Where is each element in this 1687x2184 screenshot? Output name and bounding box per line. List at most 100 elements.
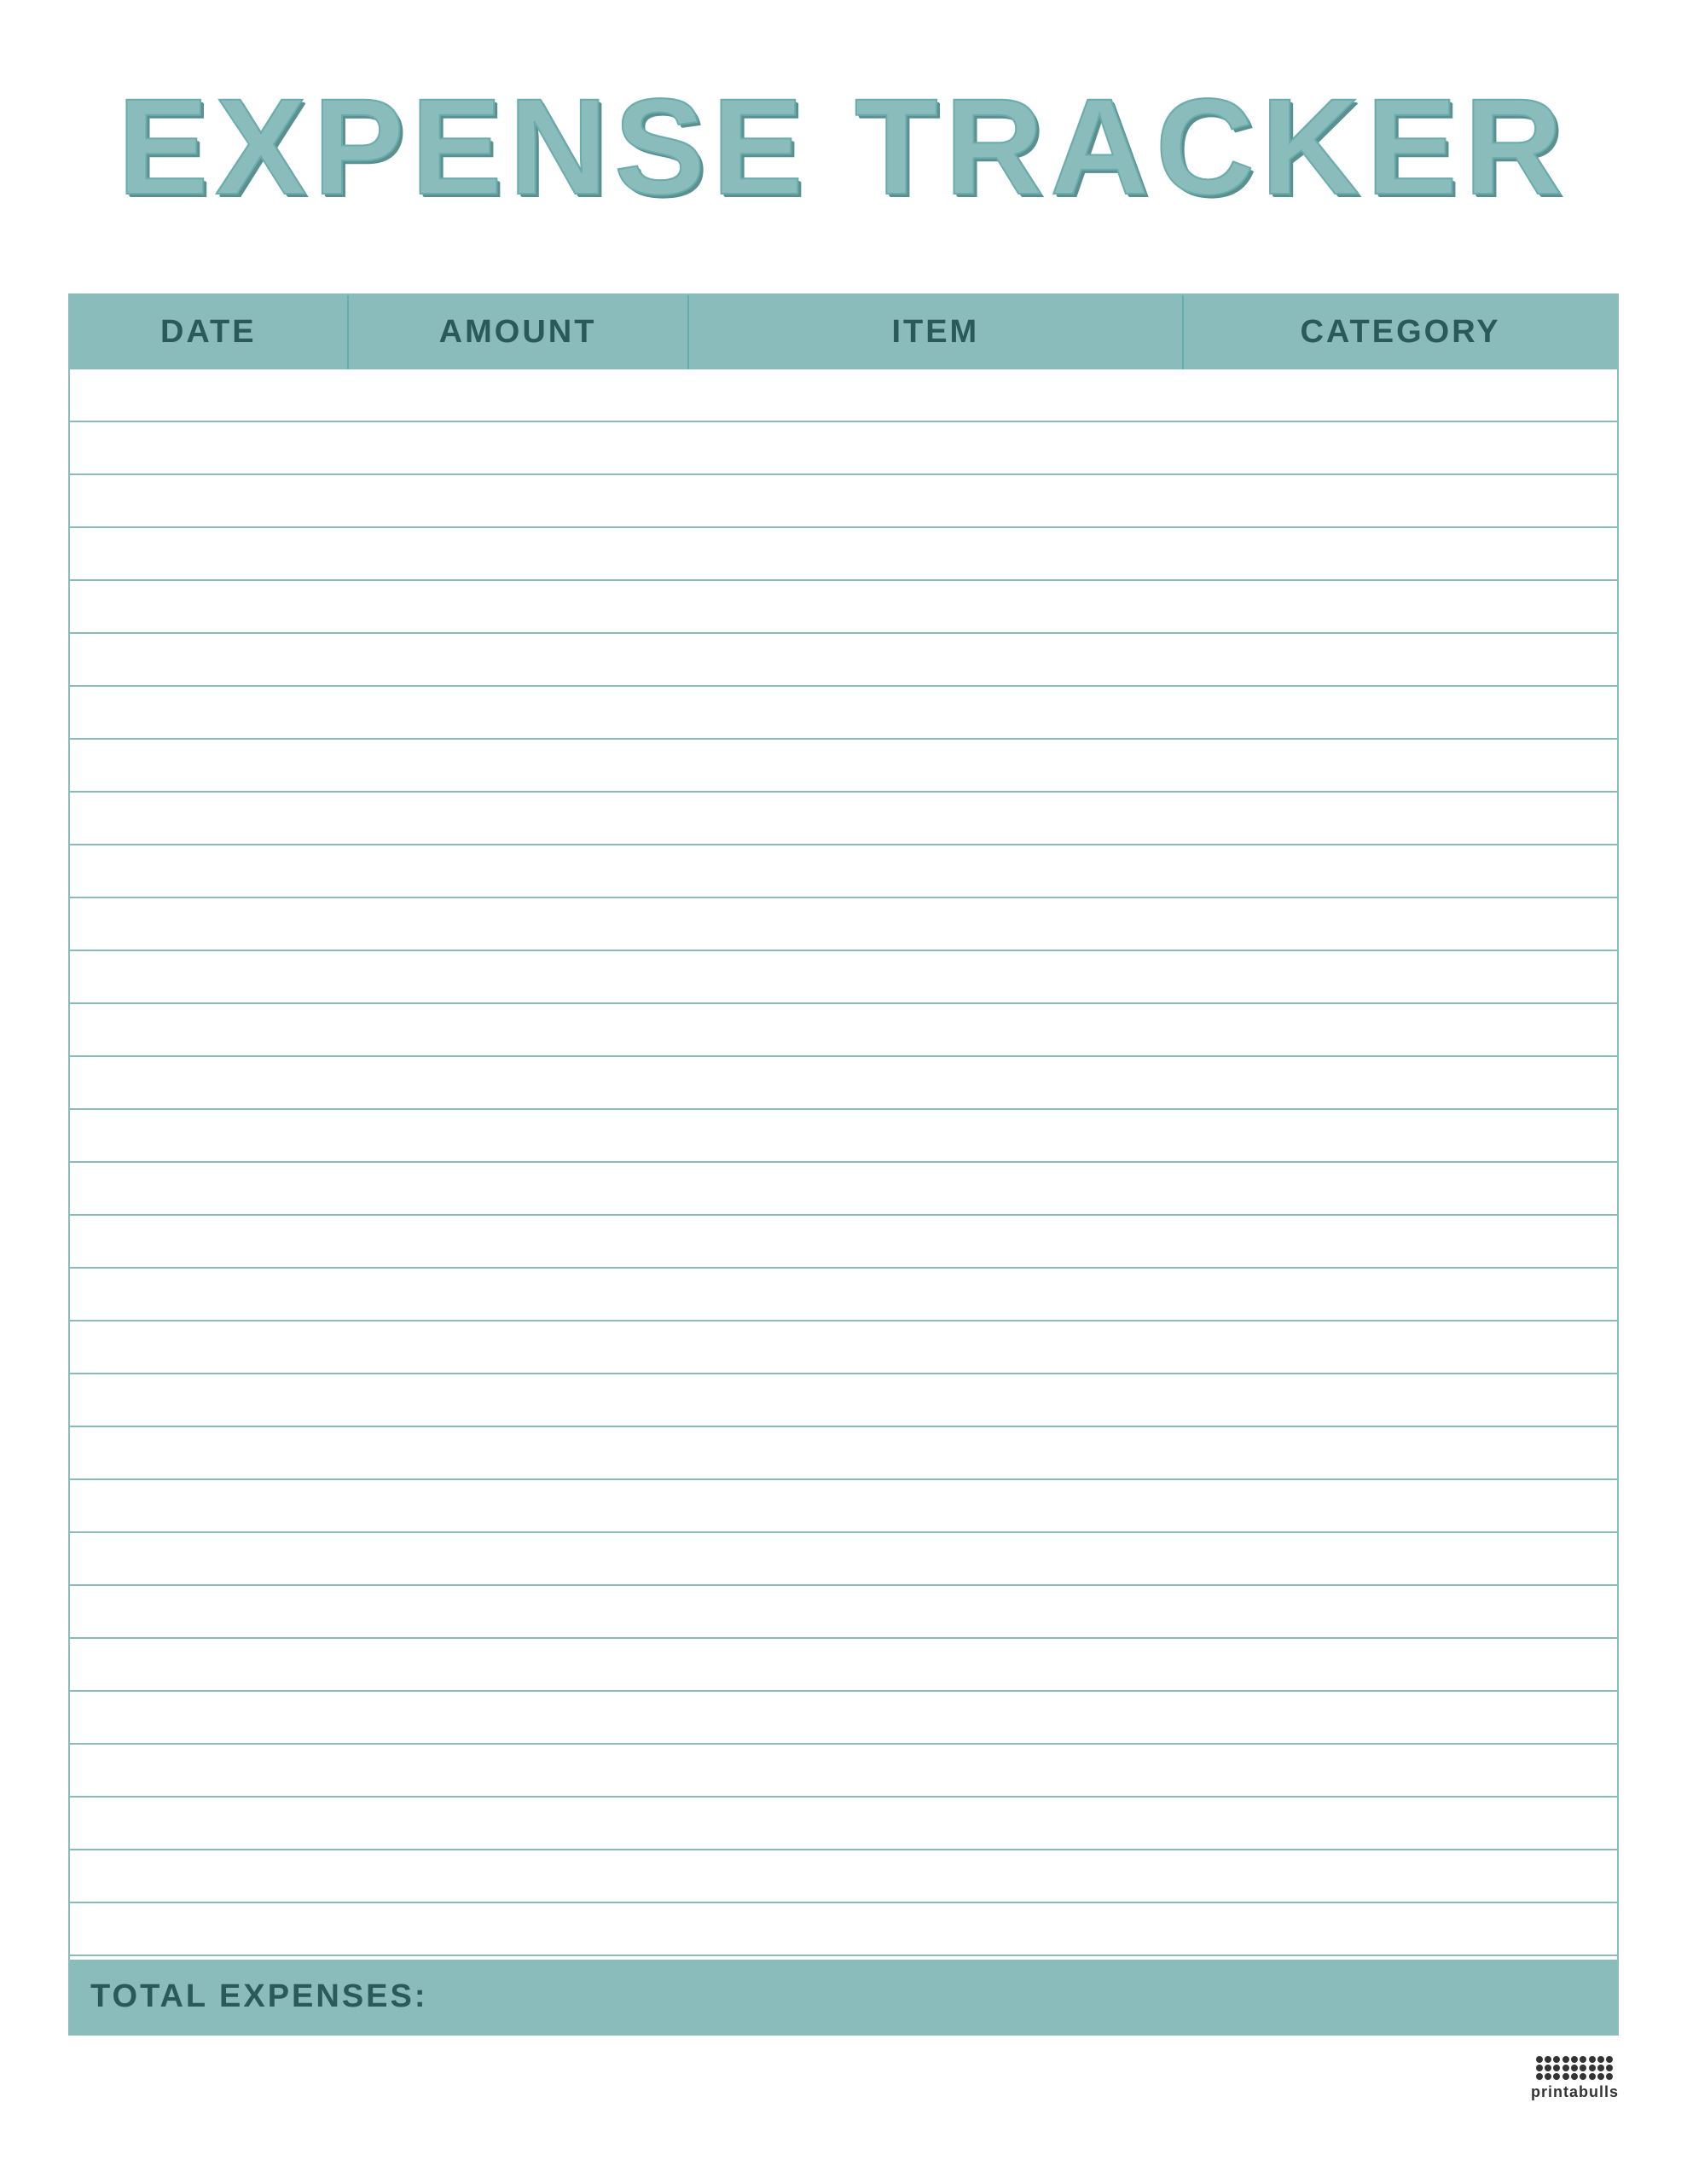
table-cell[interactable] (1184, 1745, 1617, 1798)
table-cell[interactable] (70, 528, 349, 581)
table-cell[interactable] (689, 1216, 1184, 1269)
table-row[interactable] (70, 793, 1617, 845)
table-cell[interactable] (349, 1216, 689, 1269)
table-cell[interactable] (689, 740, 1184, 793)
table-cell[interactable] (689, 1057, 1184, 1110)
table-cell[interactable] (70, 1798, 349, 1850)
table-cell[interactable] (349, 1427, 689, 1480)
table-cell[interactable] (70, 475, 349, 528)
table-row[interactable] (70, 1216, 1617, 1269)
table-cell[interactable] (1184, 1057, 1617, 1110)
table-cell[interactable] (689, 1480, 1184, 1533)
table-cell[interactable] (689, 422, 1184, 475)
table-cell[interactable] (1184, 845, 1617, 898)
table-cell[interactable] (1184, 1374, 1617, 1427)
table-cell[interactable] (70, 581, 349, 634)
table-cell[interactable] (70, 634, 349, 687)
table-cell[interactable] (70, 1903, 349, 1956)
table-cell[interactable] (349, 1903, 689, 1956)
table-cell[interactable] (70, 1374, 349, 1427)
table-cell[interactable] (349, 634, 689, 687)
table-cell[interactable] (1184, 687, 1617, 740)
table-cell[interactable] (1184, 898, 1617, 951)
table-row[interactable] (70, 687, 1617, 740)
table-cell[interactable] (349, 1321, 689, 1374)
table-cell[interactable] (1184, 1004, 1617, 1057)
table-cell[interactable] (349, 1639, 689, 1692)
table-row[interactable] (70, 1163, 1617, 1216)
table-cell[interactable] (1184, 1321, 1617, 1374)
table-cell[interactable] (689, 951, 1184, 1004)
table-cell[interactable] (349, 1269, 689, 1321)
table-cell[interactable] (1184, 1692, 1617, 1745)
table-cell[interactable] (689, 1374, 1184, 1427)
table-cell[interactable] (689, 369, 1184, 422)
table-row[interactable] (70, 1057, 1617, 1110)
table-cell[interactable] (349, 422, 689, 475)
table-cell[interactable] (689, 1745, 1184, 1798)
table-row[interactable] (70, 634, 1617, 687)
table-row[interactable] (70, 1110, 1617, 1163)
table-cell[interactable] (689, 1533, 1184, 1586)
table-cell[interactable] (70, 422, 349, 475)
table-row[interactable] (70, 422, 1617, 475)
table-cell[interactable] (689, 1004, 1184, 1057)
table-cell[interactable] (689, 845, 1184, 898)
table-row[interactable] (70, 1639, 1617, 1692)
table-row[interactable] (70, 369, 1617, 422)
table-cell[interactable] (689, 1639, 1184, 1692)
table-cell[interactable] (1184, 1269, 1617, 1321)
table-cell[interactable] (349, 369, 689, 422)
table-cell[interactable] (689, 687, 1184, 740)
table-cell[interactable] (1184, 951, 1617, 1004)
table-cell[interactable] (1184, 793, 1617, 845)
table-cell[interactable] (70, 1533, 349, 1586)
table-row[interactable] (70, 1692, 1617, 1745)
table-cell[interactable] (689, 1269, 1184, 1321)
table-cell[interactable] (1184, 581, 1617, 634)
table-cell[interactable] (689, 581, 1184, 634)
table-cell[interactable] (1184, 528, 1617, 581)
table-cell[interactable] (689, 1427, 1184, 1480)
table-cell[interactable] (349, 1798, 689, 1850)
table-cell[interactable] (1184, 1798, 1617, 1850)
table-cell[interactable] (1184, 1903, 1617, 1956)
table-cell[interactable] (349, 1692, 689, 1745)
table-row[interactable] (70, 1374, 1617, 1427)
table-cell[interactable] (70, 1057, 349, 1110)
table-cell[interactable] (349, 898, 689, 951)
table-cell[interactable] (1184, 369, 1617, 422)
table-row[interactable] (70, 740, 1617, 793)
table-cell[interactable] (349, 1480, 689, 1533)
table-cell[interactable] (1184, 1427, 1617, 1480)
table-cell[interactable] (689, 1321, 1184, 1374)
table-cell[interactable] (1184, 1110, 1617, 1163)
table-cell[interactable] (70, 1586, 349, 1639)
table-row[interactable] (70, 1798, 1617, 1850)
table-cell[interactable] (70, 845, 349, 898)
table-cell[interactable] (349, 793, 689, 845)
table-row[interactable] (70, 1269, 1617, 1321)
table-cell[interactable] (70, 1427, 349, 1480)
table-cell[interactable] (349, 951, 689, 1004)
table-cell[interactable] (689, 1586, 1184, 1639)
table-cell[interactable] (1184, 1480, 1617, 1533)
table-cell[interactable] (349, 1163, 689, 1216)
table-cell[interactable] (689, 1163, 1184, 1216)
table-cell[interactable] (349, 1057, 689, 1110)
table-cell[interactable] (1184, 634, 1617, 687)
table-row[interactable] (70, 475, 1617, 528)
table-cell[interactable] (349, 475, 689, 528)
table-cell[interactable] (70, 793, 349, 845)
table-row[interactable] (70, 1745, 1617, 1798)
table-row[interactable] (70, 1427, 1617, 1480)
table-cell[interactable] (70, 1692, 349, 1745)
table-cell[interactable] (349, 528, 689, 581)
table-cell[interactable] (70, 1850, 349, 1903)
table-cell[interactable] (349, 740, 689, 793)
table-cell[interactable] (1184, 1850, 1617, 1903)
table-cell[interactable] (689, 1903, 1184, 1956)
table-cell[interactable] (70, 1321, 349, 1374)
table-cell[interactable] (70, 1110, 349, 1163)
table-cell[interactable] (689, 1798, 1184, 1850)
